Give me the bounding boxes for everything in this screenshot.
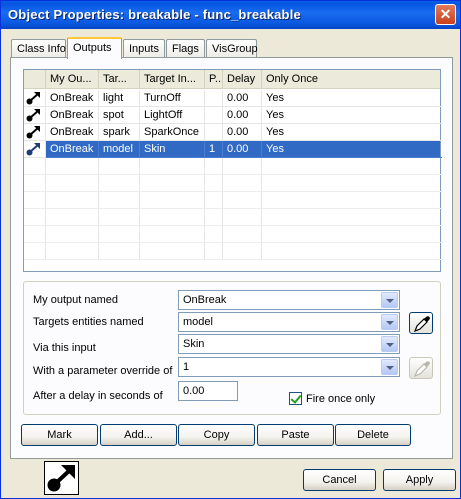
parameter-override-value: 1 — [183, 361, 190, 373]
parameter-cell — [205, 107, 223, 124]
delay-seconds-label: After a delay in seconds of — [33, 390, 163, 402]
entity-output-icon — [44, 461, 79, 495]
output-arrow-icon — [26, 143, 40, 156]
via-input-value: Skin — [183, 338, 205, 350]
fire-once-checkbox[interactable] — [289, 392, 302, 405]
delay-cell: 0.00 — [223, 141, 262, 158]
delay-cell: 0.00 — [223, 107, 262, 124]
target-input-cell: LightOff — [140, 107, 205, 124]
target-input-cell: TurnOff — [140, 90, 205, 107]
empty-row — [24, 158, 442, 175]
parameter-override-label: With a parameter override of — [33, 365, 173, 377]
outputs-list-header: My Ou... Tar... Target In... P... Delay … — [24, 70, 440, 89]
chevron-down-icon[interactable] — [381, 314, 398, 330]
delay-seconds-value: 0.00 — [183, 385, 205, 397]
targets-entities-label: Targets entities named — [33, 316, 144, 328]
only-once-cell: Yes — [262, 124, 442, 141]
via-input-label: Via this input — [33, 342, 96, 354]
output-named-label: My output named — [33, 294, 118, 306]
empty-row — [24, 175, 442, 192]
targets-entities-value: model — [183, 316, 213, 328]
empty-row — [24, 243, 442, 260]
close-button[interactable]: ✕ — [435, 4, 456, 25]
only-once-cell: Yes — [262, 141, 442, 158]
output-row-selected[interactable]: OnBreak model Skin 1 0.00 Yes — [24, 141, 442, 158]
column-header-target[interactable]: Tar... — [99, 70, 140, 88]
pick-target-button[interactable] — [409, 312, 433, 334]
empty-row — [24, 226, 442, 243]
target-cell: model — [99, 141, 140, 158]
via-input-combo[interactable]: Skin — [178, 334, 400, 354]
output-arrow-icon — [47, 465, 75, 492]
empty-row — [24, 209, 442, 226]
output-row-icon-cell — [24, 124, 46, 141]
output-row[interactable]: OnBreak light TurnOff 0.00 Yes — [24, 90, 442, 107]
output-named-combo[interactable]: OnBreak — [178, 290, 400, 310]
target-input-cell: SparkOnce — [140, 124, 205, 141]
output-row-icon-cell — [24, 141, 46, 158]
only-once-cell: Yes — [262, 90, 442, 107]
target-cell: spark — [99, 124, 140, 141]
only-once-cell: Yes — [262, 107, 442, 124]
output-row-icon-cell — [24, 90, 46, 107]
object-properties-window: Object Properties: breakable - func_brea… — [0, 0, 461, 499]
tab-visgroup[interactable]: VisGroup — [206, 39, 258, 58]
chevron-down-icon[interactable] — [381, 292, 398, 308]
delete-button[interactable]: Delete — [335, 424, 411, 446]
tab-flags[interactable]: Flags — [166, 39, 205, 58]
output-name-cell: OnBreak — [46, 90, 99, 107]
chevron-down-icon[interactable] — [381, 336, 398, 352]
tab-class-info[interactable]: Class Info — [11, 39, 66, 58]
apply-button[interactable]: Apply — [383, 469, 456, 491]
target-input-cell: Skin — [140, 141, 205, 158]
column-header-my-output[interactable]: My Ou... — [46, 70, 99, 88]
targets-entities-combo[interactable]: model — [178, 312, 400, 332]
output-row[interactable]: OnBreak spot LightOff 0.00 Yes — [24, 107, 442, 124]
mark-button[interactable]: Mark — [21, 424, 98, 446]
cancel-button[interactable]: Cancel — [303, 469, 376, 491]
parameter-override-combo[interactable]: 1 — [178, 357, 400, 377]
delay-seconds-field[interactable]: 0.00 — [178, 381, 238, 401]
parameter-cell: 1 — [205, 141, 223, 158]
title-bar[interactable]: Object Properties: breakable - func_brea… — [1, 1, 460, 29]
chevron-down-icon[interactable] — [381, 359, 398, 375]
output-row[interactable]: OnBreak spark SparkOnce 0.00 Yes — [24, 124, 442, 141]
output-name-cell: OnBreak — [46, 124, 99, 141]
copy-button[interactable]: Copy — [178, 424, 255, 446]
eyedropper-icon — [413, 361, 430, 378]
column-header-target-input[interactable]: Target In... — [140, 70, 205, 88]
outputs-list[interactable]: My Ou... Tar... Target In... P... Delay … — [23, 69, 442, 272]
column-header-icon[interactable] — [24, 70, 46, 88]
parameter-cell — [205, 124, 223, 141]
output-row-icon-cell — [24, 107, 46, 124]
paste-button[interactable]: Paste — [257, 424, 334, 446]
delay-cell: 0.00 — [223, 90, 262, 107]
column-header-delay[interactable]: Delay — [223, 70, 262, 88]
tab-inputs[interactable]: Inputs — [123, 39, 165, 58]
output-name-cell: OnBreak — [46, 107, 99, 124]
output-named-value: OnBreak — [183, 294, 227, 306]
column-header-parameter[interactable]: P... — [205, 70, 223, 88]
empty-row — [24, 192, 442, 209]
target-cell: spot — [99, 107, 140, 124]
output-arrow-icon — [26, 92, 40, 105]
window-title: Object Properties: breakable - func_brea… — [8, 7, 301, 22]
fire-once-label[interactable]: Fire once only — [306, 393, 375, 405]
column-header-only-once[interactable]: Only Once — [262, 70, 442, 88]
delay-cell: 0.00 — [223, 124, 262, 141]
add-button[interactable]: Add... — [100, 424, 177, 446]
parameter-cell — [205, 90, 223, 107]
target-cell: light — [99, 90, 140, 107]
tab-outputs[interactable]: Outputs — [67, 37, 122, 59]
output-arrow-icon — [26, 126, 40, 139]
eyedropper-icon — [413, 316, 430, 333]
pick-parameter-button[interactable] — [409, 357, 433, 379]
output-name-cell: OnBreak — [46, 141, 99, 158]
output-arrow-icon — [26, 109, 40, 122]
